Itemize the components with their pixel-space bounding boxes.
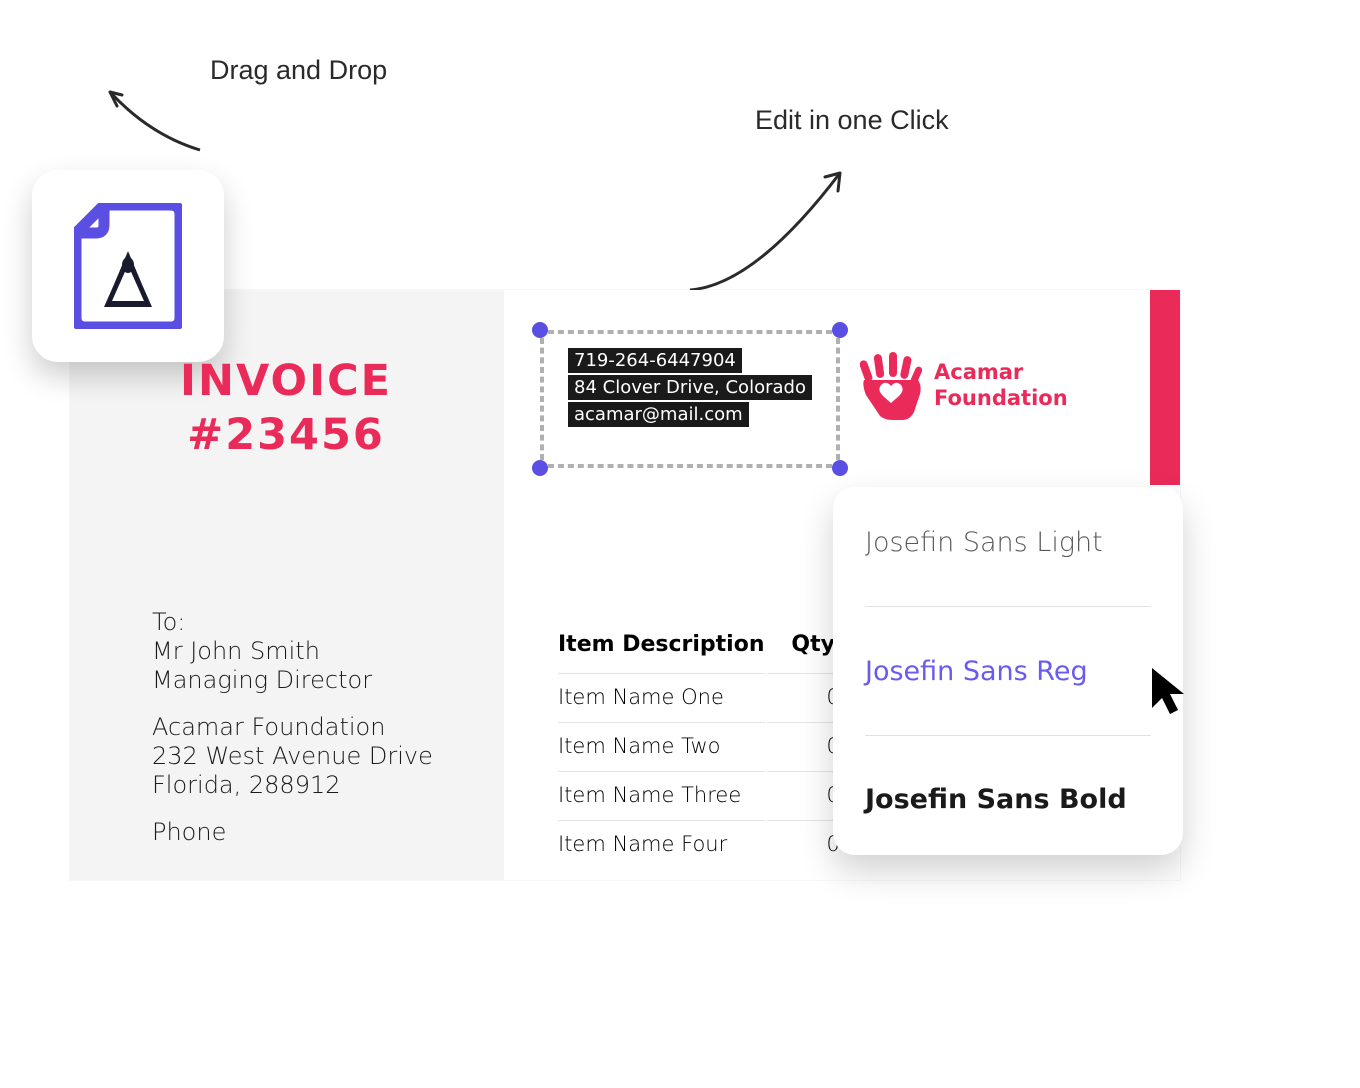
- pink-accent-tab: [1150, 290, 1180, 485]
- col-description: Item Description: [558, 632, 765, 671]
- recipient-block[interactable]: To: Mr John Smith Managing Director Acam…: [152, 608, 433, 847]
- hand-heart-icon: [860, 350, 922, 420]
- arrow-icon: [680, 155, 860, 300]
- pdf-file-tile[interactable]: [32, 170, 224, 362]
- invoice-heading[interactable]: INVOICE #23456: [180, 355, 392, 463]
- phone-label: Phone: [152, 818, 433, 846]
- table-row: Item Name One0: [558, 673, 860, 720]
- font-picker-panel[interactable]: Josefin Sans Light Josefin Sans Reg Jose…: [833, 487, 1183, 855]
- font-option-light[interactable]: Josefin Sans Light: [865, 517, 1151, 568]
- contact-phone: 719-264-6447904: [568, 348, 742, 373]
- divider: [865, 735, 1151, 736]
- recipient-city: Florida, 288912: [152, 771, 433, 799]
- font-option-bold[interactable]: Josefin Sans Bold: [865, 774, 1151, 825]
- recipient-role: Managing Director: [152, 666, 433, 694]
- items-table[interactable]: Item Description Qty Item Name One0 Item…: [556, 630, 862, 869]
- divider: [865, 606, 1151, 607]
- table-row: Item Name Four0: [558, 820, 860, 867]
- organization-badge[interactable]: Acamar Foundation: [860, 350, 1068, 420]
- invoice-number: #23456: [180, 409, 392, 463]
- resize-handle-tl[interactable]: [532, 322, 548, 338]
- table-row: Item Name Two0: [558, 722, 860, 769]
- contact-email: acamar@mail.com: [568, 402, 749, 427]
- contact-address: 84 Clover Drive, Colorado: [568, 375, 812, 400]
- resize-handle-br[interactable]: [832, 460, 848, 476]
- cursor-icon: [1150, 666, 1192, 718]
- pdf-document-icon: [74, 203, 182, 329]
- org-name: Acamar Foundation: [934, 359, 1068, 412]
- recipient-name: Mr John Smith: [152, 637, 433, 665]
- resize-handle-bl[interactable]: [532, 460, 548, 476]
- to-label: To:: [152, 608, 433, 636]
- invoice-word: INVOICE: [180, 355, 392, 409]
- recipient-org: Acamar Foundation: [152, 713, 433, 741]
- annotation-edit: Edit in one Click: [755, 105, 949, 136]
- font-option-regular[interactable]: Josefin Sans Reg: [865, 646, 1151, 697]
- annotation-drag: Drag and Drop: [210, 55, 387, 86]
- resize-handle-tr[interactable]: [832, 322, 848, 338]
- arrow-icon: [90, 80, 210, 160]
- contact-text-block[interactable]: 719-264-6447904 84 Clover Drive, Colorad…: [568, 348, 812, 429]
- table-row: Item Name Three0: [558, 771, 860, 818]
- recipient-street: 232 West Avenue Drive: [152, 742, 433, 770]
